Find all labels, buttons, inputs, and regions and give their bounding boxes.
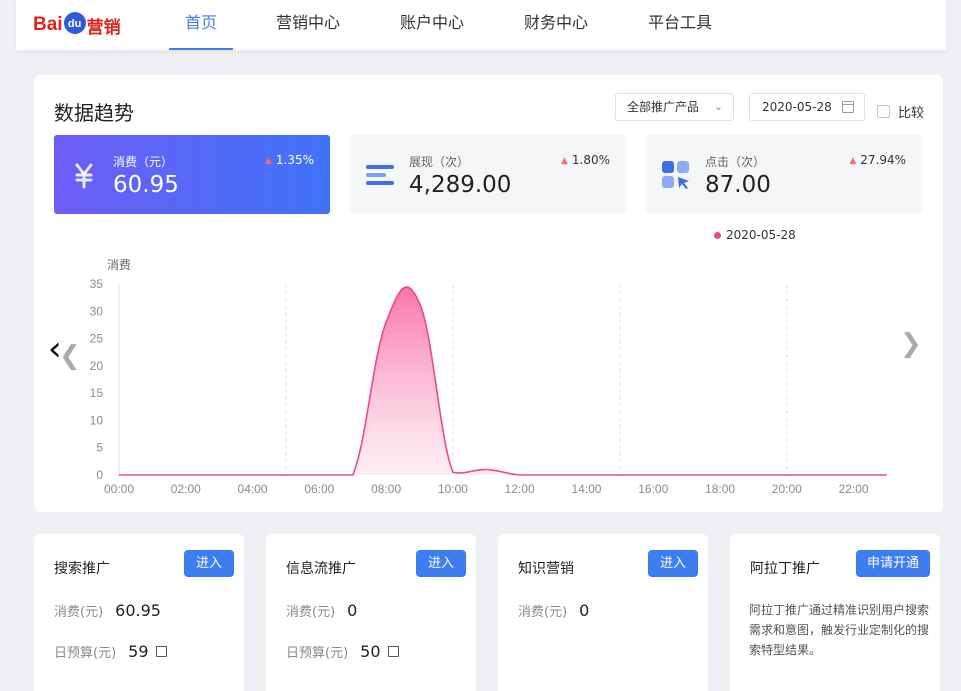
x-tick-label: 14:00 bbox=[571, 482, 601, 496]
y-tick-label: 20 bbox=[90, 359, 104, 373]
x-tick-label: 16:00 bbox=[638, 482, 668, 496]
x-tick-label: 10:00 bbox=[438, 482, 468, 496]
nav-marketing-center[interactable]: 营销中心 bbox=[272, 0, 344, 50]
budget-row: 日预算(元) 59 bbox=[54, 642, 167, 661]
nav-platform-tools[interactable]: 平台工具 bbox=[644, 0, 716, 50]
budget-row: 日预算(元) 50 bbox=[286, 642, 399, 661]
budget-label: 日预算(元) bbox=[286, 646, 349, 661]
edit-icon[interactable] bbox=[387, 646, 399, 657]
product-description: 阿拉丁推广通过精准识别用户搜索需求和意图，触发行业定制化的搜索特型结果。 bbox=[749, 603, 930, 657]
product-title: 信息流推广 bbox=[286, 561, 356, 577]
spend-row: 消费(元) 0 bbox=[518, 601, 589, 620]
y-tick-label: 10 bbox=[90, 413, 104, 427]
product-card-knowledge: 知识营销 进入 消费(元) 0 bbox=[498, 534, 708, 691]
series-line bbox=[119, 286, 887, 476]
y-tick-label: 0 bbox=[96, 468, 103, 482]
budget-value: 59 bbox=[128, 642, 149, 661]
product-title: 知识营销 bbox=[518, 561, 574, 577]
x-tick-label: 02:00 bbox=[171, 482, 201, 496]
x-tick-label: 00:00 bbox=[104, 482, 134, 496]
nav-account-center[interactable]: 账户中心 bbox=[396, 0, 468, 50]
product-title: 搜索推广 bbox=[54, 561, 110, 577]
spend-label: 消费(元) bbox=[518, 605, 568, 620]
budget-label: 日预算(元) bbox=[54, 646, 117, 661]
previous-arrow[interactable]: ‹ bbox=[48, 332, 62, 366]
enter-button[interactable]: 进入 bbox=[184, 550, 234, 577]
y-tick-label: 15 bbox=[90, 386, 104, 400]
apply-button[interactable]: 申请开通 bbox=[856, 550, 930, 577]
spend-value: 0 bbox=[347, 601, 358, 620]
logo-text-yingxiao: 营销 bbox=[86, 17, 121, 37]
product-card-feed: 信息流推广 进入 消费(元) 0 日预算(元) 50 bbox=[266, 534, 476, 691]
chevron-right-icon[interactable]: ❯ bbox=[900, 331, 922, 357]
product-card-aladdin: 阿拉丁推广 申请开通 阿拉丁推广通过精准识别用户搜索需求和意图，触发行业定制化的… bbox=[730, 534, 940, 691]
top-nav: Bai du 营销 首页 营销中心 账户中心 财务中心 平台工具 bbox=[16, 0, 946, 50]
nav-finance-center[interactable]: 财务中心 bbox=[520, 0, 592, 50]
chevron-left-icon[interactable]: ❮ bbox=[59, 343, 81, 369]
spend-row: 消费(元) 60.95 bbox=[54, 601, 161, 620]
spend-label: 消费(元) bbox=[54, 605, 104, 620]
y-tick-label: 35 bbox=[90, 277, 104, 291]
x-tick-label: 18:00 bbox=[705, 482, 735, 496]
product-title: 阿拉丁推广 bbox=[750, 561, 820, 577]
x-tick-label: 12:00 bbox=[505, 482, 535, 496]
product-card-search: 搜索推广 进入 消费(元) 60.95 日预算(元) 59 bbox=[34, 534, 244, 691]
x-tick-label: 08:00 bbox=[371, 482, 401, 496]
spend-value: 0 bbox=[579, 601, 590, 620]
x-tick-label: 22:00 bbox=[839, 482, 869, 496]
x-tick-label: 20:00 bbox=[772, 482, 802, 496]
series-area bbox=[119, 286, 887, 475]
budget-value: 50 bbox=[360, 642, 381, 661]
data-trend-card: 数据趋势 全部推广产品 ⌄ 2020-05-28 比较 消费（元） 60.95 … bbox=[34, 75, 943, 512]
y-tick-label: 25 bbox=[90, 332, 104, 346]
logo-text-bai: Bai bbox=[33, 14, 63, 35]
enter-button[interactable]: 进入 bbox=[416, 550, 466, 577]
enter-button[interactable]: 进入 bbox=[648, 550, 698, 577]
spend-trend-chart[interactable]: 0 5 10 15 20 25 30 35 00:00 02:00 04:00 06:00 08:00 1… bbox=[34, 75, 943, 512]
baidu-marketing-logo[interactable]: Bai du 营销 bbox=[33, 10, 121, 40]
logo-paw: du bbox=[63, 12, 86, 34]
edit-icon[interactable] bbox=[155, 646, 167, 657]
nav-home[interactable]: 首页 bbox=[169, 0, 233, 50]
x-tick-label: 04:00 bbox=[238, 482, 268, 496]
spend-label: 消费(元) bbox=[286, 605, 336, 620]
x-tick-label: 06:00 bbox=[304, 482, 334, 496]
spend-value: 60.95 bbox=[115, 601, 161, 620]
y-tick-label: 30 bbox=[90, 304, 104, 318]
y-tick-label: 5 bbox=[96, 441, 103, 455]
spend-row: 消费(元) 0 bbox=[286, 601, 357, 620]
